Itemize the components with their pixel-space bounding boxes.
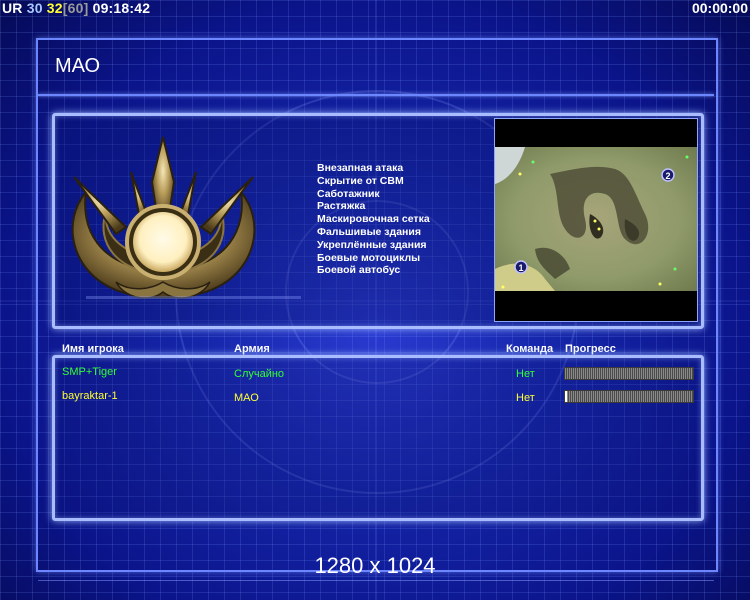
player-name: SMP+Tiger: [62, 366, 117, 378]
player-progress-bar: [564, 367, 694, 380]
map-preview-terrain: 1 2: [495, 119, 697, 321]
column-header-army: Армия: [234, 343, 270, 355]
hud-stats: UR 30 32[60] 09:18:42: [2, 0, 150, 18]
bottom-divider: [38, 580, 714, 581]
hud-fps-limit: [60]: [62, 0, 89, 16]
feature-item: Растяжка: [317, 200, 366, 213]
start-position-1[interactable]: 1: [518, 263, 523, 273]
column-header-player-name: Имя игрока: [62, 343, 124, 355]
faction-emblem-icon: [71, 136, 256, 299]
feature-item: Внезапная атака: [317, 162, 404, 174]
player-progress-bar: [564, 390, 694, 403]
player-team[interactable]: Нет: [516, 392, 535, 404]
title-divider: [38, 94, 714, 96]
start-position-2[interactable]: 2: [665, 171, 670, 181]
progress-fill: [565, 391, 567, 402]
hud-timer: 00:00:00: [691, 0, 748, 16]
hud-clock: 09:18:42: [92, 0, 151, 16]
column-header-team: Команда: [506, 343, 554, 355]
column-header-progress: Прогресс: [565, 343, 616, 355]
hud-ur-value: 30: [26, 0, 43, 16]
feature-item: Маскировочная сетка: [317, 213, 430, 226]
hud-ur-label: UR: [2, 0, 23, 16]
player-army[interactable]: МАО: [234, 392, 259, 404]
player-name: bayraktar-1: [62, 390, 118, 402]
player-army[interactable]: Случайно: [234, 368, 284, 380]
hud-fps-value: 32: [46, 0, 63, 16]
feature-item: Боевой автобус: [317, 264, 401, 277]
resolution-label: 1280 x 1024: [314, 553, 436, 578]
feature-item: Укреплённые здания: [317, 238, 427, 251]
map-preview[interactable]: 1 2: [494, 118, 698, 322]
feature-item: Боевые мотоциклы: [317, 251, 421, 264]
emblem-underline: [86, 296, 301, 299]
feature-item: Скрытие от СВМ: [317, 174, 404, 187]
page-title: МАО: [55, 55, 101, 77]
player-team[interactable]: Нет: [516, 368, 535, 380]
feature-item: Фальшивые здания: [317, 225, 421, 238]
feature-item: Саботажник: [317, 187, 380, 200]
faction-features-list: Внезапная атака Скрытие от СВМ Саботажни…: [317, 162, 430, 277]
